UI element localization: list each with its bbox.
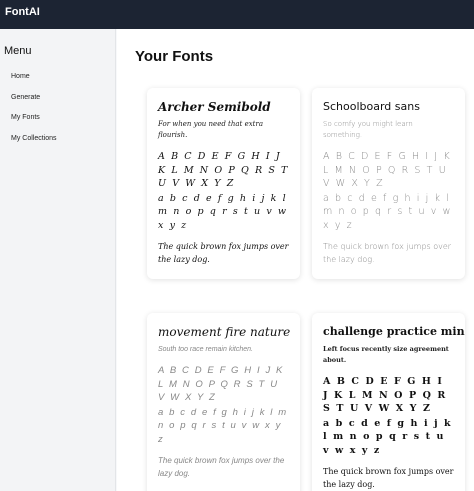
font-description: So comfy you might learn something. bbox=[323, 120, 413, 139]
uppercase-sample: A B C D E F G H I J K L M N O P Q R S T … bbox=[158, 365, 284, 403]
pangram-sample: The quick brown fox jumps over the lazy … bbox=[323, 467, 454, 489]
font-description: Left focus recently size agreement about… bbox=[323, 345, 449, 364]
pangram-sample: The quick brown fox jumps over the lazy … bbox=[323, 242, 452, 264]
sidebar-item-home[interactable]: Home bbox=[11, 73, 30, 80]
uppercase-sample: A B C D E F G H I J K L M N O P Q R S T … bbox=[323, 151, 452, 189]
top-bar: FontAI bbox=[0, 0, 474, 29]
font-name: Schoolboard sans bbox=[323, 100, 420, 113]
uppercase-sample: A B C D E F G H I J K L M N O P Q R S T … bbox=[323, 376, 447, 414]
lowercase-sample: a b c d e f g h i j k l m n o p q r s t … bbox=[158, 192, 288, 231]
lowercase-sample: a b c d e f g h i j k l m n o p q r s t … bbox=[323, 192, 452, 231]
font-card[interactable]: challenge practice mind Left focus recen… bbox=[312, 313, 465, 491]
font-card[interactable]: Archer Semibold For when you need that e… bbox=[147, 88, 300, 279]
font-card[interactable]: movement fire nature South too race rema… bbox=[147, 313, 300, 491]
main-content: Your Fonts Archer Semibold For when you … bbox=[117, 29, 474, 491]
pangram-sample: The quick brown fox jumps over the lazy … bbox=[158, 456, 285, 478]
page-title: Your Fonts bbox=[135, 48, 214, 65]
font-card[interactable]: Schoolboard sans So comfy you might lear… bbox=[312, 88, 465, 279]
font-description: For when you need that extra flourish. bbox=[158, 120, 263, 139]
uppercase-sample: A B C D E F G H I J K L M N O P Q R S T … bbox=[158, 151, 289, 189]
sidebar-item-my-collections[interactable]: My Collections bbox=[11, 135, 57, 142]
font-name: movement fire nature bbox=[158, 325, 291, 339]
lowercase-sample: a b c d e f g h i j k l m n o p q r s t … bbox=[323, 417, 453, 456]
app-logo-text[interactable]: FontAI bbox=[5, 6, 40, 18]
menu-title: Menu bbox=[4, 45, 32, 57]
sidebar-item-my-fonts[interactable]: My Fonts bbox=[11, 114, 40, 121]
font-name: challenge practice mind bbox=[323, 325, 465, 338]
sidebar-item-generate[interactable]: Generate bbox=[11, 94, 40, 101]
font-name: Archer Semibold bbox=[158, 100, 271, 114]
pangram-sample: The quick brown fox jumps over the lazy … bbox=[158, 242, 289, 264]
lowercase-sample: a b c d e f g h i j k l m n o p q r s t … bbox=[158, 406, 288, 445]
sidebar: Menu Home Generate My Fonts My Collectio… bbox=[0, 29, 116, 491]
font-description: South too race remain kitchen. bbox=[158, 346, 253, 353]
